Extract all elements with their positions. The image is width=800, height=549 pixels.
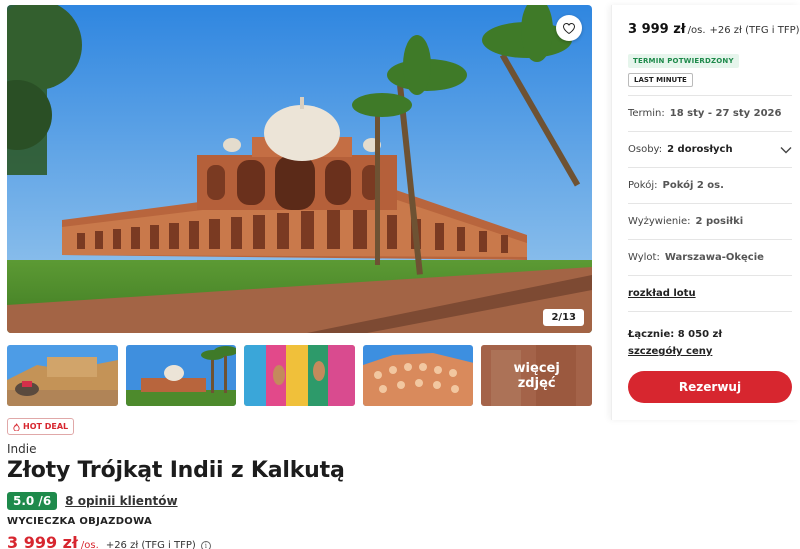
price-extra: +26 zł (TFG i TFP) bbox=[105, 540, 196, 549]
more-photos-label: więcej zdjęć bbox=[481, 345, 592, 406]
favorite-button[interactable] bbox=[556, 15, 582, 41]
term-confirmed-tag: TERMIN POTWIERDZONY bbox=[628, 54, 739, 68]
reviews-link[interactable]: 8 opinii klientów bbox=[65, 494, 177, 508]
last-minute-tag: LAST MINUTE bbox=[628, 73, 693, 87]
per-person-label: /os. bbox=[80, 540, 99, 549]
osoby-row[interactable]: Osoby: 2 dorosłych bbox=[628, 131, 792, 167]
panel-price: 3 999 zł /os. +26 zł (TFG i TFP) i bbox=[628, 22, 800, 37]
more-photos-thumbnail[interactable]: więcej zdjęć bbox=[481, 345, 592, 406]
flame-icon bbox=[13, 422, 20, 431]
thumbnail-4[interactable] bbox=[362, 345, 474, 406]
thumbnail-2[interactable] bbox=[125, 345, 237, 406]
hot-deal-badge: HOT DEAL bbox=[7, 418, 75, 435]
total-price: Łącznie: 8 050 zł bbox=[628, 329, 723, 340]
wyzywienie-row[interactable]: Wyżywienie: 2 posiłki bbox=[628, 203, 792, 239]
offer-title: Złoty Trójkąt Indii z Kalkutą bbox=[7, 458, 345, 483]
flight-schedule-row: rozkład lotu bbox=[628, 275, 792, 311]
thumbnail-1[interactable] bbox=[7, 345, 118, 406]
gallery-counter: 2/13 bbox=[543, 309, 584, 326]
termin-row[interactable]: Termin: 18 sty - 27 sty 2026 bbox=[628, 95, 792, 131]
info-icon[interactable]: i bbox=[200, 541, 211, 549]
offer-price: 3 999 zł bbox=[7, 533, 78, 549]
price-details-link[interactable]: szczegóły ceny bbox=[628, 346, 712, 357]
divider bbox=[628, 311, 792, 312]
flight-schedule-link[interactable]: rozkład lotu bbox=[628, 288, 696, 299]
wylot-row[interactable]: Wylot: Warszawa-Okęcie bbox=[628, 239, 792, 275]
pokoj-row[interactable]: Pokój: Pokój 2 os. bbox=[628, 167, 792, 203]
rating-badge: 5.0 /6 bbox=[7, 492, 58, 510]
gallery-thumbnails: więcej zdjęć bbox=[7, 345, 592, 406]
trip-type-label: WYCIECZKA OBJAZDOWA bbox=[7, 516, 153, 527]
booking-panel: 3 999 zł /os. +26 zł (TFG i TFP) i TERMI… bbox=[611, 5, 800, 420]
country-label: Indie bbox=[7, 442, 37, 456]
book-button[interactable]: Rezerwuj bbox=[628, 371, 792, 403]
thumbnail-3[interactable] bbox=[244, 345, 355, 406]
tomb-photo bbox=[7, 5, 592, 333]
chevron-down-icon bbox=[780, 146, 792, 153]
heart-icon bbox=[563, 22, 575, 34]
rating-row: 5.0 /6 8 opinii klientów bbox=[7, 492, 178, 510]
main-gallery-image[interactable]: 2/13 bbox=[7, 5, 592, 333]
offer-price-row: 3 999 zł /os. +26 zł (TFG i TFP) i bbox=[7, 533, 211, 549]
